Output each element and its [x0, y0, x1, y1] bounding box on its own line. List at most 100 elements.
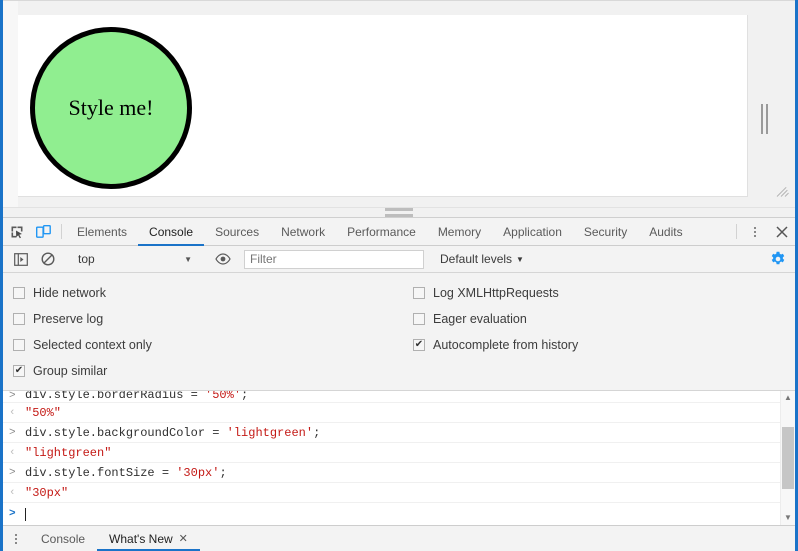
console-sidebar-icon[interactable]	[7, 253, 34, 266]
console-messages[interactable]: > div.style.borderRadius = '50%' ; ‹ "50…	[3, 391, 780, 525]
code-string: '30px'	[176, 466, 219, 480]
tab-performance[interactable]: Performance	[336, 218, 427, 245]
input-arrow-icon: >	[9, 427, 25, 439]
tab-memory[interactable]: Memory	[427, 218, 492, 245]
filter-input[interactable]	[244, 250, 424, 269]
drawer-tab-label: What's New	[109, 532, 173, 546]
tab-audits[interactable]: Audits	[638, 218, 693, 245]
console-scrollbar[interactable]: ▲ ▼	[780, 391, 795, 525]
log-levels-select[interactable]: Default levels ▼	[440, 252, 524, 266]
tab-console[interactable]: Console	[138, 218, 204, 245]
scrollbar-thumb[interactable]	[782, 427, 794, 489]
devtools-tabbar: Elements Console Sources Network Perform…	[3, 218, 795, 246]
circle-label: Style me!	[69, 95, 154, 121]
settings-column-left: Hide network Preserve log Selected conte…	[3, 280, 403, 384]
close-icon[interactable]	[768, 218, 795, 245]
code-string: 'lightgreen'	[227, 426, 313, 440]
inspect-element-icon[interactable]	[3, 218, 30, 245]
checkbox-checked[interactable]: ✔	[13, 365, 25, 377]
console-toolbar: top ▼ Default levels ▼	[3, 246, 795, 273]
setting-label: Autocomplete from history	[433, 338, 578, 352]
checkbox[interactable]	[413, 313, 425, 325]
tab-label: Audits	[649, 225, 682, 239]
styled-circle-div[interactable]: Style me!	[30, 27, 192, 189]
viewport-right-rail	[748, 1, 795, 207]
tab-application[interactable]: Application	[492, 218, 573, 245]
device-toolbar-icon[interactable]	[30, 218, 57, 245]
console-output-row: ‹ "lightgreen"	[3, 443, 780, 463]
live-expression-icon[interactable]	[209, 253, 236, 265]
drawer-spacer	[200, 526, 795, 551]
tab-label: Security	[584, 225, 627, 239]
tab-elements[interactable]: Elements	[66, 218, 138, 245]
tab-label: Memory	[438, 225, 481, 239]
setting-label: Selected context only	[33, 338, 152, 352]
setting-label: Eager evaluation	[433, 312, 527, 326]
drawer-tab-whats-new[interactable]: What's New ✕	[97, 526, 200, 551]
scroll-up-icon[interactable]: ▲	[784, 391, 792, 405]
console-input-row[interactable]: > div.style.fontSize = '30px' ;	[3, 463, 780, 483]
text-cursor	[25, 508, 26, 521]
tab-sources[interactable]: Sources	[204, 218, 270, 245]
setting-selected-context-only[interactable]: Selected context only	[3, 332, 403, 358]
tab-label: Elements	[77, 225, 127, 239]
toolbar-divider	[736, 224, 737, 239]
drawer-tab-console[interactable]: Console	[29, 526, 97, 551]
levels-label: Default levels	[440, 252, 512, 266]
tab-network[interactable]: Network	[270, 218, 336, 245]
input-arrow-icon: >	[9, 467, 25, 479]
tab-label: Sources	[215, 225, 259, 239]
chevron-down-icon: ▼	[184, 255, 192, 264]
output-arrow-icon: ‹	[9, 407, 25, 419]
context-value: top	[78, 252, 95, 266]
setting-log-xmlhttprequests[interactable]: Log XMLHttpRequests	[403, 280, 763, 306]
setting-eager-evaluation[interactable]: Eager evaluation	[403, 306, 763, 332]
toolbar-divider	[61, 224, 62, 239]
console-output-row: ‹ "30px"	[3, 483, 780, 503]
execution-context-select[interactable]: top ▼	[70, 252, 200, 266]
input-arrow-icon: >	[9, 391, 25, 402]
viewport-width-resize-handle[interactable]	[761, 104, 770, 134]
tab-label: Performance	[347, 225, 416, 239]
close-icon[interactable]: ✕	[179, 532, 188, 545]
setting-label: Hide network	[33, 286, 106, 300]
clear-console-icon[interactable]	[34, 252, 61, 266]
settings-column-right: Log XMLHttpRequests Eager evaluation ✔ A…	[403, 280, 763, 384]
checkbox[interactable]	[13, 287, 25, 299]
scroll-down-icon[interactable]: ▼	[784, 511, 792, 525]
browser-window: Style me!	[0, 0, 798, 551]
code-text: div.style.fontSize =	[25, 466, 176, 480]
code-text: div.style.backgroundColor =	[25, 426, 227, 440]
code-text: ;	[241, 391, 248, 402]
checkbox-checked[interactable]: ✔	[413, 339, 425, 351]
page-viewport-area: Style me!	[3, 0, 795, 207]
checkbox[interactable]	[13, 313, 25, 325]
setting-label: Group similar	[33, 364, 107, 378]
code-text: div.style.borderRadius =	[25, 391, 205, 402]
setting-hide-network[interactable]: Hide network	[3, 280, 403, 306]
code-string: '50%'	[205, 391, 241, 402]
console-input-row[interactable]: > div.style.backgroundColor = 'lightgree…	[3, 423, 780, 443]
checkbox[interactable]	[13, 339, 25, 351]
console-settings-pane: Hide network Preserve log Selected conte…	[3, 273, 795, 391]
setting-group-similar[interactable]: ✔ Group similar	[3, 358, 403, 384]
code-text: ;	[219, 466, 226, 480]
tab-label: Application	[503, 225, 562, 239]
setting-preserve-log[interactable]: Preserve log	[3, 306, 403, 332]
output-arrow-icon: ‹	[9, 487, 25, 499]
scrollbar-track[interactable]	[781, 405, 796, 511]
setting-autocomplete-from-history[interactable]: ✔ Autocomplete from history	[403, 332, 763, 358]
output-value: "50%"	[25, 406, 61, 420]
tab-security[interactable]: Security	[573, 218, 638, 245]
output-value: "30px"	[25, 486, 68, 500]
drawer-more-icon[interactable]	[3, 526, 29, 551]
devtools-splitter[interactable]	[3, 207, 795, 218]
checkbox[interactable]	[413, 287, 425, 299]
console-input-row[interactable]: > div.style.borderRadius = '50%' ;	[3, 391, 780, 403]
viewport-corner-resize-grip[interactable]	[777, 183, 790, 196]
drawer-tabbar: Console What's New ✕	[3, 525, 795, 551]
more-options-icon[interactable]	[741, 218, 768, 245]
code-text: ;	[313, 426, 320, 440]
console-prompt[interactable]: >	[3, 503, 780, 525]
settings-gear-icon[interactable]	[764, 251, 791, 267]
